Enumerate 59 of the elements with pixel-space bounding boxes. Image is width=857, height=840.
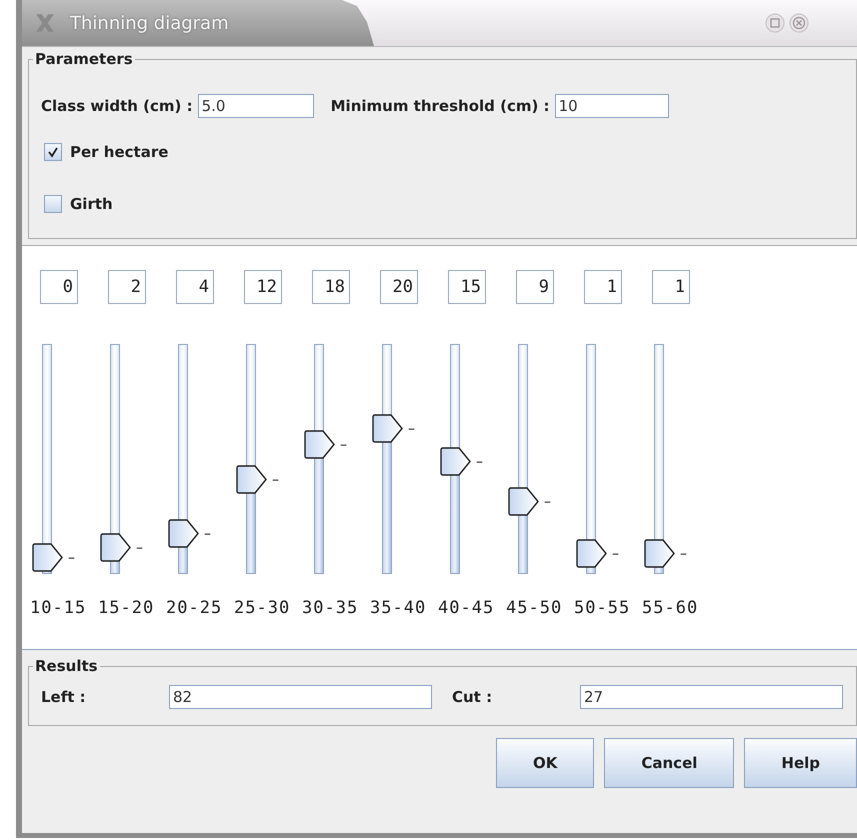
class-label: 20-25 [166,598,222,618]
input-field[interactable]: 82 [169,685,432,709]
value-field[interactable]: 0 [40,270,78,304]
tick-mark: – [204,526,211,542]
value-field[interactable]: 12 [244,270,282,304]
class-label: 55-60 [642,598,698,618]
checkbox-label: Per hectare [70,143,168,161]
slider-thumb[interactable] [236,465,267,494]
field-label: Minimum threshold (cm) : [330,97,550,115]
checkbox[interactable] [44,143,62,161]
checkmark-icon [47,146,59,158]
value-field[interactable]: 15 [448,270,486,304]
class-label: 35-40 [370,598,426,618]
value-field[interactable]: 9 [516,270,554,304]
value-field[interactable]: 18 [312,270,350,304]
value-field[interactable]: 20 [380,270,418,304]
input-field[interactable]: 27 [580,685,843,709]
slider-thumb[interactable] [168,519,199,548]
field-label: Left : [41,688,87,706]
slider-thumb[interactable] [304,430,335,459]
tick-mark: – [612,546,619,562]
value-field[interactable]: 1 [652,270,690,304]
class-label: 30-35 [302,598,358,618]
maximize-button[interactable] [765,13,785,33]
class-label: 15-20 [98,598,154,618]
checkbox-label: Girth [70,195,113,213]
slider-thumb[interactable] [508,487,539,516]
tick-mark: – [476,454,483,470]
value-field[interactable]: 4 [176,270,214,304]
slider-thumb[interactable] [644,539,675,568]
close-button[interactable] [789,13,809,33]
value-field[interactable]: 2 [108,270,146,304]
dialog-button[interactable]: OK [496,738,594,788]
class-label: 25-30 [234,598,290,618]
dialog-button[interactable]: Help [744,738,857,788]
tick-mark: – [68,550,75,566]
tick-mark: – [272,472,279,488]
slider-thumb[interactable] [32,543,63,572]
class-label: 10-15 [30,598,86,618]
value-field[interactable]: 1 [584,270,622,304]
input-field[interactable]: 10 [554,94,669,118]
class-label: 40-45 [438,598,494,618]
tick-mark: – [340,436,347,453]
tick-mark: – [408,420,415,437]
tick-mark: – [680,546,687,562]
input-field[interactable]: 5.0 [198,94,314,118]
field-label: Class width (cm) : [41,97,193,115]
slider-thumb[interactable] [576,539,607,568]
field-label: Cut : [452,688,494,706]
tick-mark: – [136,540,143,556]
x-logo-icon [34,12,56,34]
dialog-button[interactable]: Cancel [604,738,734,788]
window-title: Thinning diagram [70,12,229,34]
slider-thumb[interactable] [372,414,403,443]
class-label: 50-55 [574,598,630,618]
slider-thumb[interactable] [100,533,131,562]
class-label: 45-50 [506,598,562,618]
checkbox[interactable] [44,195,62,213]
tick-mark: – [544,494,551,510]
